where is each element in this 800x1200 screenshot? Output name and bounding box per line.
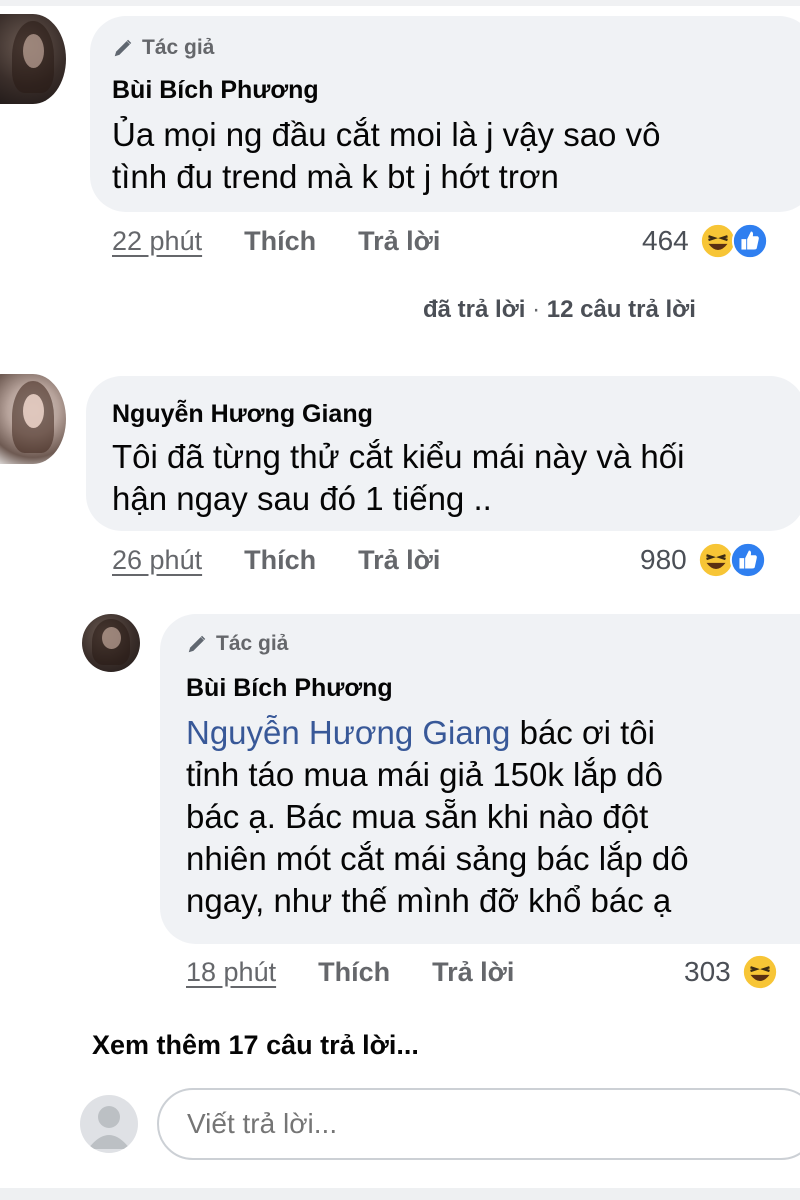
- timestamp-link[interactable]: 18 phút: [186, 957, 276, 988]
- author-badge: Tác giả: [186, 632, 288, 656]
- reply-summary-count: 12 câu trả lời: [546, 296, 696, 323]
- pen-icon: [188, 635, 206, 653]
- like-button[interactable]: Thích: [244, 545, 316, 576]
- avatar-face: [23, 393, 45, 428]
- comment-text: Tôi đã từng thử cắt kiểu mái này và hối …: [112, 436, 684, 520]
- avatar[interactable]: [0, 374, 66, 464]
- reaction-count: 303: [684, 956, 731, 987]
- reaction-count: 980: [640, 544, 687, 575]
- comment-text-line: nhiên mót cắt mái sảng bác lắp dô: [186, 840, 689, 877]
- reply-input[interactable]: [157, 1088, 800, 1160]
- comment-text-line: tình đu trend mà k bt j hớt trơn: [112, 158, 559, 195]
- like-reaction-icon: [729, 541, 767, 579]
- like-button[interactable]: Thích: [244, 226, 316, 257]
- comment-text-line: tỉnh táo mua mái giả 150k lắp dô: [186, 756, 663, 793]
- comment-text-segment: bác ơi tôi: [519, 714, 655, 751]
- reply-button[interactable]: Trả lời: [358, 545, 440, 576]
- mention-link[interactable]: Nguyễn Hương Giang: [186, 714, 510, 751]
- top-divider: [0, 0, 800, 6]
- timestamp-link[interactable]: 26 phút: [112, 545, 202, 576]
- commenter-name[interactable]: Bùi Bích Phương: [186, 674, 393, 703]
- pen-icon: [114, 39, 132, 57]
- comment-actions: 26 phút Thích Trả lời: [112, 545, 440, 576]
- like-button[interactable]: Thích: [318, 957, 390, 988]
- reaction-summary[interactable]: 303: [684, 953, 779, 991]
- reply-summary[interactable]: đã trả lời · 12 câu trả lời: [423, 296, 696, 324]
- avatar[interactable]: [82, 614, 140, 672]
- comment-bubble: Tác giả Bùi Bích Phương Ủa mọi ng đầu cắ…: [90, 16, 800, 212]
- avatar-face: [102, 626, 121, 649]
- reply-summary-action: đã trả lời: [423, 296, 526, 323]
- default-avatar-icon: [80, 1095, 138, 1153]
- author-badge-label: Tác giả: [142, 36, 215, 59]
- author-badge-label: Tác giả: [216, 632, 289, 655]
- timestamp-link[interactable]: 22 phút: [112, 226, 202, 257]
- commenter-name[interactable]: Nguyễn Hương Giang: [112, 400, 373, 429]
- reaction-summary[interactable]: 980: [640, 541, 767, 579]
- comment-bubble: Tác giả Bùi Bích Phương Nguyễn Hương Gia…: [160, 614, 800, 944]
- reaction-summary[interactable]: 464: [642, 222, 769, 260]
- reply-button[interactable]: Trả lời: [358, 226, 440, 257]
- author-badge: Tác giả: [112, 36, 214, 60]
- comment-actions: 22 phút Thích Trả lời: [112, 226, 440, 257]
- comment-actions: 18 phút Thích Trả lời: [186, 957, 514, 988]
- comment-text-line: Nguyễn Hương Giang bác ơi tôi: [186, 712, 689, 754]
- avatar-face: [23, 33, 45, 68]
- comment-text-line: hận ngay sau đó 1 tiếng ..: [112, 480, 492, 517]
- like-reaction-icon: [731, 222, 769, 260]
- view-more-replies-link[interactable]: Xem thêm 17 câu trả lời...: [92, 1030, 419, 1061]
- bottom-divider: [0, 1188, 800, 1200]
- comment-text-line: Ủa mọi ng đầu cắt moi là j vậy sao vô: [112, 116, 661, 153]
- comment-bubble: Nguyễn Hương Giang Tôi đã từng thử cắt k…: [86, 376, 800, 531]
- comment-text-line: Tôi đã từng thử cắt kiểu mái này và hối: [112, 438, 685, 475]
- avatar[interactable]: [0, 14, 66, 104]
- comment-text-line: bác ạ. Bác mua sẵn khi nào đột: [186, 798, 649, 835]
- comment-text: Ủa mọi ng đầu cắt moi là j vậy sao vô tì…: [112, 114, 660, 198]
- commenter-name[interactable]: Bùi Bích Phương: [112, 76, 319, 105]
- reaction-count: 464: [642, 225, 689, 256]
- comment-text-line: ngay, như thế mình đỡ khổ bác ạ: [186, 882, 672, 919]
- haha-reaction-icon: [741, 953, 779, 991]
- reply-button[interactable]: Trả lời: [432, 957, 514, 988]
- comment-text: Nguyễn Hương Giang bác ơi tôi tỉnh táo m…: [186, 712, 689, 922]
